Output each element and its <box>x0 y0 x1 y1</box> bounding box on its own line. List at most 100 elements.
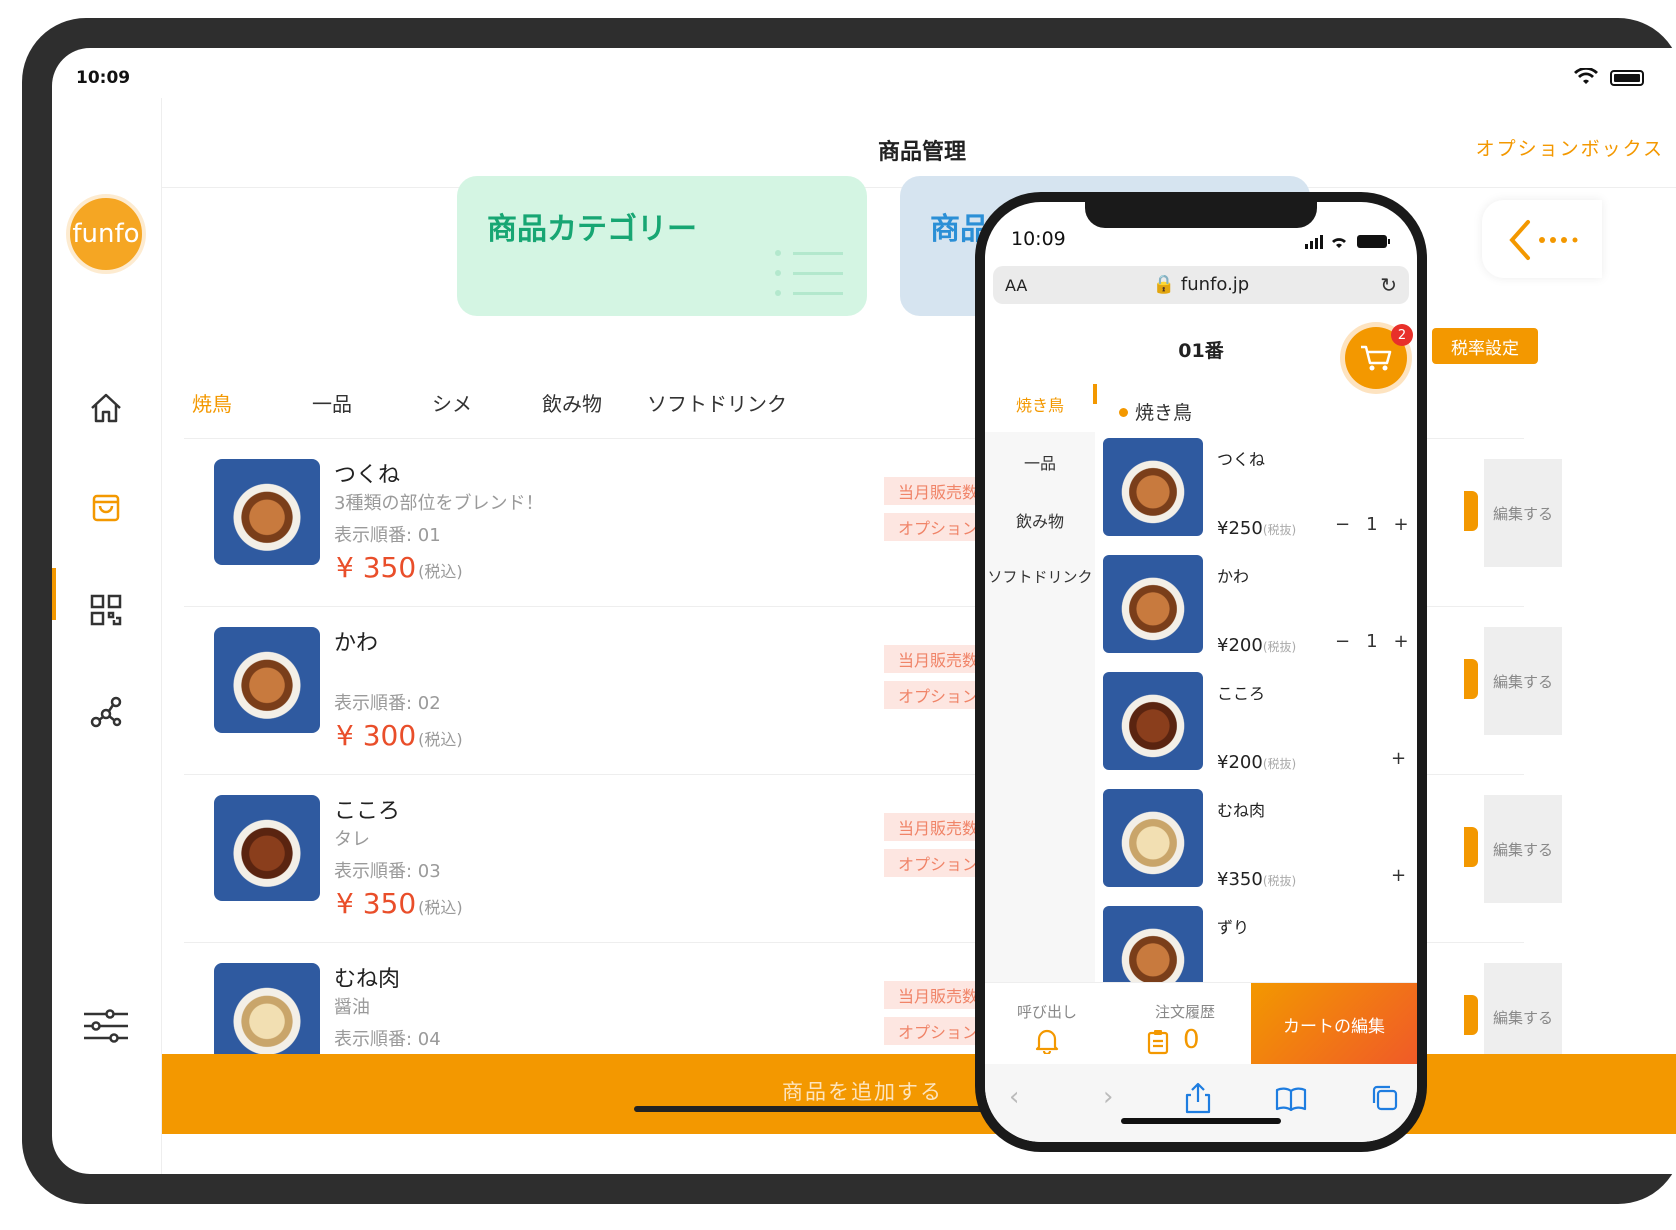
phone-cat-yakitori[interactable]: 焼き鳥 <box>985 374 1095 432</box>
add-stepper[interactable]: + <box>1391 865 1406 886</box>
phone-screen: 10:09 AA 🔒 funfo.jp ↻ 01番 2 焼き鳥 一品 飲み物 ソ… <box>985 202 1417 1142</box>
browser-url-bar[interactable]: AA 🔒 funfo.jp ↻ <box>993 266 1409 304</box>
safari-toolbar: ‹ › <box>985 1064 1417 1142</box>
product-price: ¥ 350 (税込) <box>336 551 463 584</box>
product-price-value: ¥ 300 <box>336 719 417 752</box>
product-order: 表示順番: 04 <box>334 1029 441 1050</box>
product-category-label: 商品カテゴリー <box>487 212 697 247</box>
add-product-button[interactable]: 商品を追加する <box>162 1054 1676 1134</box>
history-label: 注文履歴 <box>1154 1003 1215 1021</box>
minus-icon[interactable]: − <box>1335 514 1350 535</box>
menu-item-image <box>1103 789 1203 887</box>
menu-item-image <box>1103 438 1203 536</box>
tab-drinks[interactable]: 飲み物 <box>542 388 602 417</box>
settings-sliders-icon[interactable] <box>80 1006 132 1046</box>
call-label: 呼び出し <box>1016 1003 1077 1021</box>
menu-item-price-value: ¥250 <box>1217 518 1263 539</box>
menu-item-price-value: ¥200 <box>1217 752 1263 773</box>
product-name: つくね <box>334 463 401 488</box>
phone-cat-soft-drinks[interactable]: ソフトドリンク <box>985 548 1095 606</box>
product-name: こころ <box>334 799 401 824</box>
row-handle[interactable] <box>1464 659 1478 699</box>
back-arrow-icon[interactable]: ‹ <box>1009 1082 1019 1112</box>
product-desc: 醤油 <box>334 997 370 1018</box>
menu-item-name: つくね <box>1217 450 1266 469</box>
menu-item-price: ¥200(税抜) <box>1217 635 1296 656</box>
menu-item-price: ¥200(税抜) <box>1217 752 1296 773</box>
tablet-screen: 10:09 funfo 商品管理 オプションボックス 商品カテゴリー 税率設定 … <box>52 48 1676 1174</box>
order-history-button[interactable]: 注文履歴 <box>1135 1001 1235 1055</box>
product-desc: タレ <box>334 829 370 850</box>
tab-yakitori[interactable]: 焼鳥 <box>192 388 232 417</box>
plus-icon[interactable]: + <box>1391 748 1406 769</box>
tab-soft-drinks[interactable]: ソフトドリンク <box>647 388 787 417</box>
menu-item-tax: (税抜) <box>1262 757 1297 771</box>
option-box-link[interactable]: オプションボックス <box>1476 134 1664 161</box>
menu-item-name: ずり <box>1217 918 1250 937</box>
page-title: 商品管理 <box>877 140 966 165</box>
call-staff-button[interactable]: 呼び出し <box>1007 1001 1087 1058</box>
menu-item[interactable]: ずり <box>1103 906 1413 982</box>
row-handle[interactable] <box>1464 491 1478 531</box>
quantity-stepper[interactable]: −1 + <box>1335 631 1409 652</box>
row-handle[interactable] <box>1464 827 1478 867</box>
menu-item-name: かわ <box>1217 567 1250 586</box>
menu-item-tax: (税抜) <box>1262 640 1297 654</box>
forward-arrow-icon[interactable]: › <box>1103 1082 1113 1112</box>
bookmarks-icon[interactable] <box>1275 1086 1307 1112</box>
tabs-icon[interactable] <box>1371 1084 1399 1112</box>
product-price-value: ¥ 350 <box>336 887 417 920</box>
add-stepper[interactable]: + <box>1391 748 1406 769</box>
product-tax-note: (税込) <box>418 562 463 581</box>
back-button[interactable] <box>1482 200 1602 278</box>
plus-icon[interactable]: + <box>1394 631 1409 652</box>
edit-button[interactable]: 編集する <box>1484 459 1562 567</box>
tab-shime[interactable]: シメ <box>432 388 472 417</box>
tax-rate-button[interactable]: 税率設定 <box>1432 328 1538 364</box>
tab-ippin[interactable]: 一品 <box>312 388 352 417</box>
home-icon[interactable] <box>86 388 126 428</box>
product-category-card[interactable]: 商品カテゴリー <box>457 176 867 316</box>
product-desc: 3種類の部位をブレンド！ <box>334 493 544 514</box>
cart-edit-button[interactable]: カートの編集 <box>1251 983 1417 1065</box>
section-title: 焼き鳥 <box>1135 402 1193 424</box>
cart-count-badge: 2 <box>1391 324 1413 346</box>
menu-item-price: ¥250(税抜) <box>1217 518 1296 539</box>
reload-icon[interactable]: ↻ <box>1380 273 1397 297</box>
phone-cat-ippin[interactable]: 一品 <box>985 432 1095 490</box>
menu-item[interactable]: こころ ¥200(税抜) + <box>1103 672 1413 789</box>
shop-bag-icon[interactable] <box>86 488 126 528</box>
edit-button[interactable]: 編集する <box>1484 627 1562 735</box>
product-image <box>214 795 320 901</box>
share-icon[interactable] <box>1183 1082 1213 1114</box>
showcase-stage: 10:09 funfo 商品管理 オプションボックス 商品カテゴリー 税率設定 … <box>0 0 1676 1230</box>
product-order: 表示順番: 02 <box>334 693 441 714</box>
phone-category-list: 焼き鳥 一品 飲み物 ソフトドリンク <box>985 374 1095 984</box>
phone-cat-drinks[interactable]: 飲み物 <box>985 490 1095 548</box>
edit-button[interactable]: 編集する <box>1484 795 1562 903</box>
phone-home-indicator <box>1121 1118 1281 1124</box>
product-tax-note: (税込) <box>418 730 463 749</box>
menu-item-tax: (税抜) <box>1262 874 1297 888</box>
menu-item[interactable]: むね肉 ¥350(税抜) + <box>1103 789 1413 906</box>
menu-item-name: むね肉 <box>1217 801 1266 820</box>
plus-icon[interactable]: + <box>1391 865 1406 886</box>
quantity-stepper[interactable]: −1 + <box>1335 514 1409 535</box>
quantity-value: 1 <box>1366 631 1378 652</box>
product-order: 表示順番: 03 <box>334 861 441 882</box>
phone-status-time: 10:09 <box>1011 228 1066 250</box>
tablet-device: 10:09 funfo 商品管理 オプションボックス 商品カテゴリー 税率設定 … <box>22 18 1676 1204</box>
menu-item[interactable]: かわ ¥200(税抜) −1 + <box>1103 555 1413 672</box>
cart-icon <box>1361 345 1392 371</box>
add-product-label: 商品を追加する <box>782 1080 943 1104</box>
menu-item-price-value: ¥350 <box>1217 869 1263 890</box>
product-image <box>214 627 320 733</box>
qr-code-icon[interactable] <box>86 590 126 630</box>
row-handle[interactable] <box>1464 995 1478 1035</box>
minus-icon[interactable]: − <box>1335 631 1350 652</box>
menu-item[interactable]: つくね ¥250(税抜) −1 + <box>1103 438 1413 555</box>
plus-icon[interactable]: + <box>1394 514 1409 535</box>
network-share-icon[interactable] <box>86 692 126 732</box>
phone-notch <box>1085 202 1317 228</box>
menu-item-price: ¥350(税抜) <box>1217 869 1296 890</box>
